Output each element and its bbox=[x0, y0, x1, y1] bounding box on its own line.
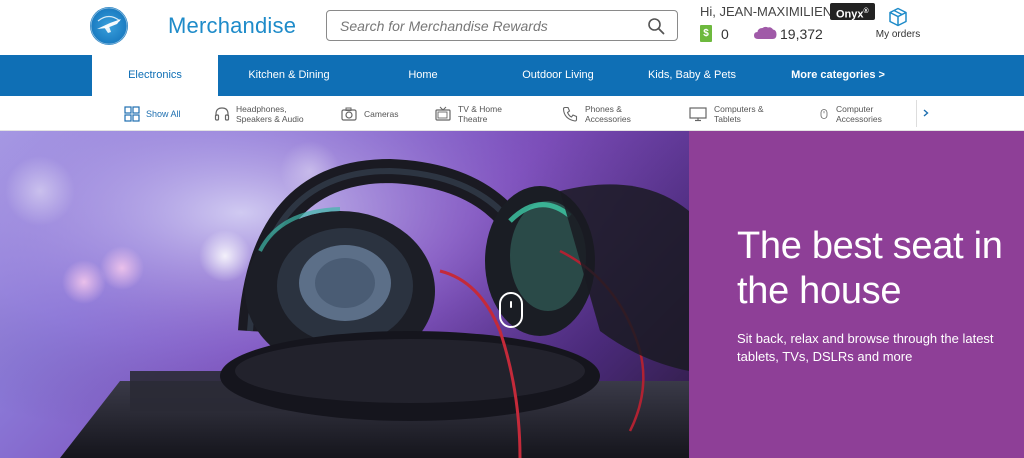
subnav-label: Cameras bbox=[364, 108, 399, 119]
tab-kids-baby-pets[interactable]: Kids, Baby & Pets bbox=[628, 55, 756, 96]
subnav-label: Show All bbox=[146, 108, 181, 119]
subnav-tv-home-theatre[interactable]: TV & Home Theatre bbox=[434, 96, 502, 131]
tab-more-categories[interactable]: More categories > bbox=[762, 55, 914, 96]
hero-text-panel: The best seat in the house Sit back, rel… bbox=[689, 131, 1024, 458]
tab-electronics[interactable]: Electronics bbox=[92, 55, 218, 96]
hero-headphones-image bbox=[0, 131, 689, 458]
my-orders-link[interactable]: My orders bbox=[870, 7, 926, 40]
subnav-divider bbox=[916, 100, 917, 127]
my-orders-label: My orders bbox=[875, 29, 921, 40]
subnav-phones-accessories[interactable]: Phones & Accessories bbox=[561, 96, 631, 131]
scroll-indicator-dot bbox=[510, 301, 512, 308]
chevron-right-icon[interactable] bbox=[921, 104, 931, 122]
search-icon[interactable] bbox=[647, 17, 665, 35]
subnav-label: Phones & Accessories bbox=[585, 103, 631, 124]
subnav-label: Headphones, Speakers & Audio bbox=[236, 103, 304, 124]
headphones-icon bbox=[214, 106, 230, 121]
mouse-icon bbox=[820, 108, 828, 119]
subcategory-nav: Show All Headphones, Speakers & Audio Ca… bbox=[0, 96, 1024, 131]
hero-subtitle: Sit back, relax and browse through the l… bbox=[737, 331, 994, 364]
subnav-show-all[interactable]: Show All bbox=[124, 96, 181, 131]
subnav-label: Computers & Tablets bbox=[714, 103, 764, 124]
subnav-computers-tablets[interactable]: Computers & Tablets bbox=[688, 96, 764, 131]
tab-home[interactable]: Home bbox=[360, 55, 486, 96]
subnav-headphones[interactable]: Headphones, Speakers & Audio bbox=[214, 96, 304, 131]
subnav-computer-accessories[interactable]: Computer Accessories bbox=[818, 96, 882, 131]
package-icon bbox=[889, 7, 907, 27]
site-header: Merchandise Hi, JEAN-MAXIMILIEN! Onyx® $… bbox=[0, 0, 1024, 55]
cash-miles-icon: $ bbox=[700, 25, 712, 42]
cloud-icon bbox=[754, 26, 777, 39]
hero-title: The best seat in the house bbox=[737, 225, 1003, 312]
subnav-cameras[interactable]: Cameras bbox=[340, 96, 398, 131]
cash-miles-balance: 0 bbox=[721, 26, 729, 42]
hero-banner: The best seat in the house Sit back, rel… bbox=[0, 131, 1024, 458]
grid-icon bbox=[124, 105, 140, 122]
camera-icon bbox=[341, 107, 357, 121]
tab-kitchen-dining[interactable]: Kitchen & Dining bbox=[226, 55, 352, 96]
subnav-label: Computer Accessories bbox=[836, 103, 882, 124]
phone-icon bbox=[562, 106, 578, 122]
computer-icon bbox=[689, 106, 707, 121]
tier-badge: Onyx® bbox=[830, 3, 875, 21]
dream-miles-balance: 19,372 bbox=[780, 26, 823, 42]
tv-icon bbox=[435, 106, 451, 121]
category-nav: Electronics Kitchen & Dining Home Outdoo… bbox=[0, 55, 1024, 96]
user-greeting: Hi, JEAN-MAXIMILIEN! bbox=[700, 4, 836, 19]
search-input[interactable] bbox=[340, 17, 640, 35]
search-box bbox=[326, 10, 678, 41]
airmiles-logo-icon[interactable] bbox=[90, 7, 128, 45]
scroll-down-indicator-icon[interactable] bbox=[499, 292, 523, 328]
subnav-label: TV & Home Theatre bbox=[458, 103, 502, 124]
tab-outdoor-living[interactable]: Outdoor Living bbox=[494, 55, 622, 96]
page-title: Merchandise bbox=[168, 13, 297, 38]
